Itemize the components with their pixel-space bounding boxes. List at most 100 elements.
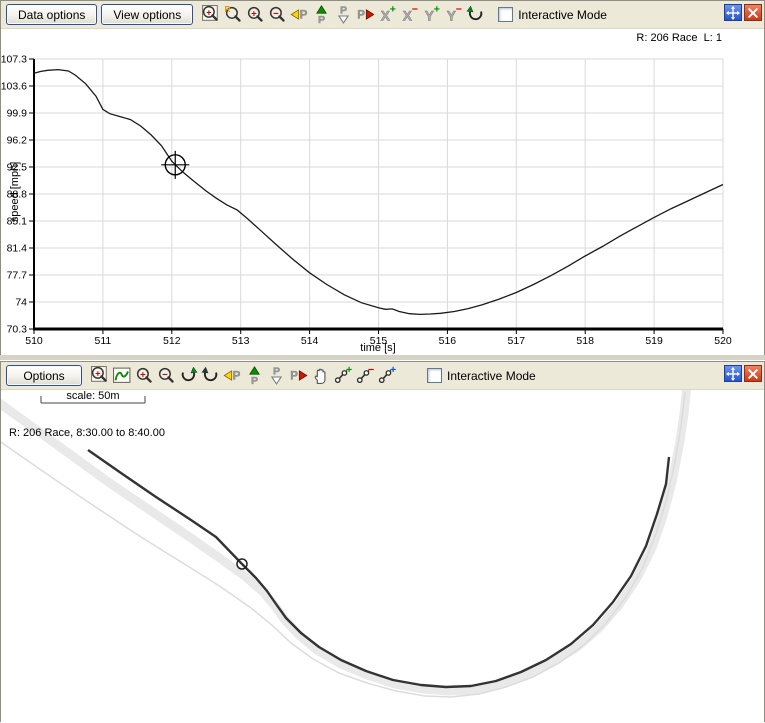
svg-text:+: +: [345, 366, 351, 376]
data-options-button[interactable]: Data options: [6, 4, 97, 25]
svg-text:−: −: [273, 8, 279, 19]
y-expand-icon[interactable]: Y+: [420, 4, 442, 26]
pan-right-icon[interactable]: P: [287, 365, 309, 387]
svg-text:518: 518: [576, 335, 594, 347]
svg-text:74: 74: [15, 297, 27, 309]
zoom-previous-icon[interactable]: R: [222, 4, 244, 26]
svg-text:−: −: [162, 369, 168, 380]
track-map-canvas[interactable]: [1, 390, 764, 723]
y-axis-label: speed [mph]: [9, 152, 21, 232]
pan-down-icon[interactable]: P: [332, 4, 354, 26]
run-info-label: R: 206 Race, 8:30.00 to 8:40.00: [9, 427, 165, 439]
rotate-cw-icon[interactable]: [177, 365, 199, 387]
add-point-icon[interactable]: +: [331, 365, 353, 387]
top-window-controls: [724, 4, 762, 21]
top-toolbar: Data options View options +R+−PPPPX+X−Y+…: [1, 1, 764, 29]
svg-text:513: 513: [232, 335, 250, 347]
svg-text:+: +: [95, 368, 100, 378]
svg-text:Y: Y: [447, 8, 456, 23]
svg-text:70.3: 70.3: [7, 324, 28, 336]
svg-text:81.4: 81.4: [7, 243, 28, 255]
zoom-out-icon[interactable]: −: [266, 4, 288, 26]
svg-text:P: P: [340, 5, 347, 17]
bottom-toolbar-icons: ++−PPPP+−+: [89, 365, 397, 387]
svg-text:Y: Y: [425, 8, 434, 23]
svg-text:P: P: [299, 9, 307, 22]
svg-text:514: 514: [301, 335, 319, 347]
pan-up-icon[interactable]: P: [310, 4, 332, 26]
panel-divider: [0, 354, 765, 361]
svg-text:+: +: [140, 369, 146, 380]
svg-text:−: −: [455, 5, 461, 15]
zoom-out-icon[interactable]: −: [155, 365, 177, 387]
view-options-button[interactable]: View options: [101, 4, 193, 25]
svg-text:P: P: [318, 14, 325, 24]
undo-zoom-icon[interactable]: [464, 4, 486, 26]
rotate-ccw-icon[interactable]: [199, 365, 221, 387]
x-axis-label: time [s]: [338, 342, 418, 354]
close-icon: [747, 7, 759, 19]
x-expand-icon[interactable]: X+: [376, 4, 398, 26]
scale-label: scale: 50m: [41, 390, 145, 402]
bottom-window-controls: [724, 365, 762, 382]
svg-text:+: +: [389, 5, 395, 15]
zoom-window-icon[interactable]: +: [89, 365, 111, 387]
svg-text:510: 510: [25, 335, 43, 347]
move-window-button[interactable]: [724, 365, 742, 382]
pan-hand-icon[interactable]: [309, 365, 331, 387]
svg-text:99.9: 99.9: [7, 108, 28, 120]
zoom-in-icon[interactable]: +: [133, 365, 155, 387]
zoom-in-icon[interactable]: +: [244, 4, 266, 26]
interactive-mode-label: Interactive Mode: [518, 8, 607, 22]
move-icon: [726, 6, 740, 20]
svg-text:77.7: 77.7: [7, 270, 28, 282]
close-window-button[interactable]: [744, 4, 762, 21]
bottom-toolbar: Options ++−PPPP+−+ Interactive Mode: [1, 362, 764, 390]
track-map-panel: Options ++−PPPP+−+ Interactive Mode: [0, 361, 765, 722]
pan-right-icon[interactable]: P: [354, 4, 376, 26]
close-icon: [747, 368, 759, 380]
svg-text:517: 517: [508, 335, 526, 347]
interactive-mode-checkbox[interactable]: [427, 368, 442, 383]
svg-text:511: 511: [95, 335, 112, 347]
zoom-window-icon[interactable]: +: [200, 4, 222, 26]
speed-chart-canvas[interactable]: 510511512513514515516517518519520107.310…: [1, 29, 764, 355]
interactive-mode-checkbox[interactable]: [498, 7, 513, 22]
svg-text:+: +: [389, 366, 395, 376]
svg-text:512: 512: [163, 335, 181, 347]
svg-text:520: 520: [714, 335, 732, 347]
svg-text:R: R: [224, 5, 230, 14]
full-track-icon[interactable]: [111, 365, 133, 387]
x-shrink-icon[interactable]: X−: [398, 4, 420, 26]
svg-text:96.2: 96.2: [7, 135, 28, 147]
move-window-button[interactable]: [724, 4, 742, 21]
interactive-mode-label: Interactive Mode: [447, 369, 536, 383]
svg-text:516: 516: [439, 335, 457, 347]
svg-text:−: −: [367, 366, 373, 376]
pan-down-icon[interactable]: P: [265, 365, 287, 387]
speed-chart[interactable]: 510511512513514515516517518519520107.310…: [1, 29, 764, 355]
svg-text:+: +: [206, 7, 211, 17]
pan-up-icon[interactable]: P: [243, 365, 265, 387]
options-button[interactable]: Options: [6, 365, 82, 386]
svg-text:P: P: [232, 370, 240, 383]
svg-text:+: +: [251, 8, 257, 19]
svg-text:P: P: [290, 370, 298, 383]
top-toolbar-icons: +R+−PPPPX+X−Y+Y−: [200, 4, 486, 26]
svg-text:519: 519: [645, 335, 663, 347]
svg-text:107.3: 107.3: [1, 54, 27, 66]
move-icon: [726, 367, 740, 381]
lap-info-label: R: 206 Race L: 1: [636, 32, 722, 44]
y-shrink-icon[interactable]: Y−: [442, 4, 464, 26]
close-window-button[interactable]: [744, 365, 762, 382]
speed-plot-panel: Data options View options +R+−PPPPX+X−Y+…: [0, 0, 765, 354]
svg-text:P: P: [357, 9, 365, 22]
pan-left-icon[interactable]: P: [221, 365, 243, 387]
snap-point-icon[interactable]: +: [375, 365, 397, 387]
svg-text:+: +: [433, 5, 439, 15]
svg-text:P: P: [250, 375, 257, 385]
pan-left-icon[interactable]: P: [288, 4, 310, 26]
track-map[interactable]: scale: 50m R: 206 Race, 8:30.00 to 8:40.…: [1, 390, 764, 723]
svg-text:P: P: [272, 366, 279, 378]
remove-point-icon[interactable]: −: [353, 365, 375, 387]
